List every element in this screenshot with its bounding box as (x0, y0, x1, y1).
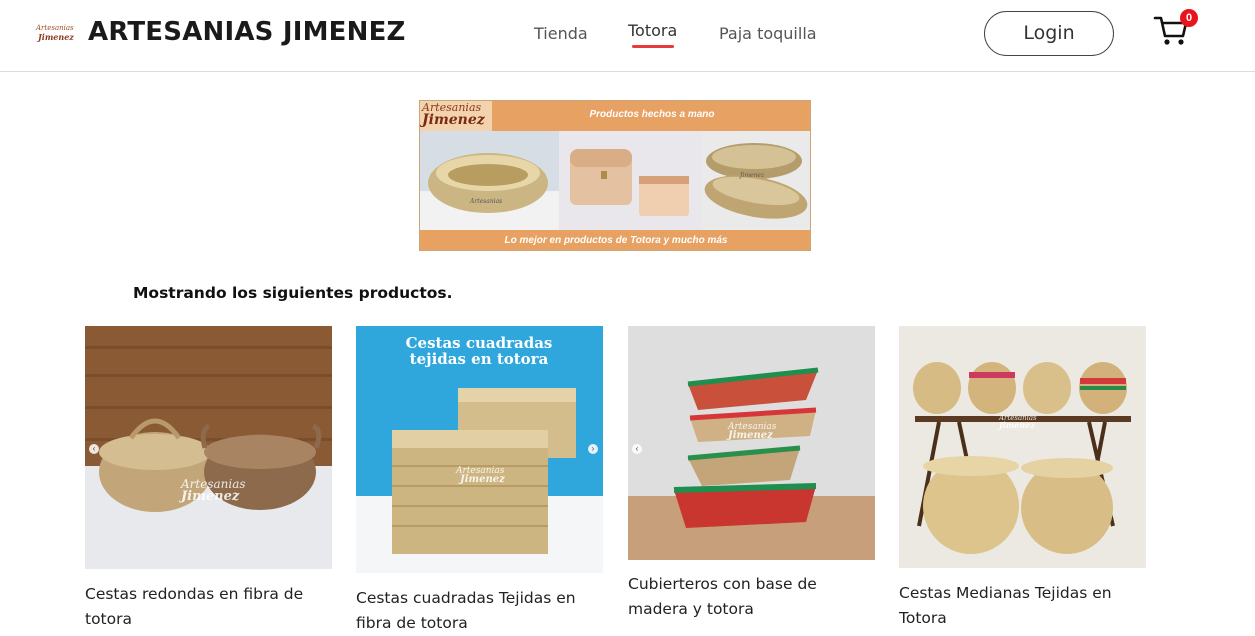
logo-line1: Artesanias (36, 24, 74, 32)
banner-logo: Artesanias Jimenez (420, 101, 492, 131)
cart-count-badge: 0 (1180, 9, 1198, 27)
nav-totora[interactable]: Totora (628, 21, 677, 40)
carousel-next-icon[interactable]: › (588, 444, 598, 454)
product-image[interactable]: Cestas cuadradas tejidas en totora › Art… (356, 326, 603, 573)
logo-line2: Jimenez (38, 32, 74, 42)
login-button[interactable]: Login (984, 11, 1114, 56)
active-nav-indicator (632, 45, 674, 48)
carousel-prev-icon[interactable]: ‹ (89, 444, 99, 454)
image-watermark: Jimenez (460, 474, 505, 485)
logo[interactable]: Artesanias Jimenez (36, 24, 76, 44)
product-title[interactable]: Cestas redondas en fibra de totora (85, 582, 332, 632)
svg-text:Jimenez: Jimenez (738, 172, 765, 179)
banner-header: Productos hechos a mano (492, 101, 810, 131)
top-navbar: Artesanias Jimenez ARTESANIAS JIMENEZ Ti… (0, 0, 1255, 72)
carousel-prev-icon[interactable]: ‹ (632, 444, 642, 454)
image-watermark: Jimenez (181, 489, 240, 504)
product-image[interactable]: Artesanias Jimenez (899, 326, 1146, 568)
svg-text:Artesanias: Artesanias (469, 198, 502, 205)
image-watermark: Jimenez (999, 420, 1035, 430)
banner-footer: Lo mejor en productos de Totora y mucho … (420, 230, 810, 250)
banner-photos: Artesanias Jimenez (420, 131, 810, 230)
product-title[interactable]: Cestas Medianas Tejidas en Totora (899, 581, 1146, 631)
banner-tagline: Productos hechos a mano (589, 109, 715, 120)
promo-banner[interactable]: Artesanias Jimenez Productos hechos a ma… (419, 100, 811, 251)
product-image[interactable]: ‹ Artesanias Jimenez (85, 326, 332, 569)
section-title: Mostrando los siguientes productos. (133, 284, 453, 302)
banner-footer-text: Lo mejor en productos de Totora y mucho … (504, 235, 728, 246)
image-watermark: Jimenez (728, 430, 773, 441)
brand-name[interactable]: ARTESANIAS JIMENEZ (88, 17, 406, 47)
product-title[interactable]: Cubierteros con base de madera y totora (628, 572, 875, 622)
svg-text:tejidas en totora: tejidas en totora (410, 350, 549, 368)
product-title[interactable]: Cestas cuadradas Tejidas en fibra de tot… (356, 586, 603, 636)
product-image[interactable]: ‹ Artesanias Jimenez (628, 326, 875, 560)
banner-logo-line2: Jimenez (422, 112, 485, 128)
nav-paja-toquilla[interactable]: Paja toquilla (719, 24, 817, 43)
nav-tienda[interactable]: Tienda (534, 24, 588, 43)
